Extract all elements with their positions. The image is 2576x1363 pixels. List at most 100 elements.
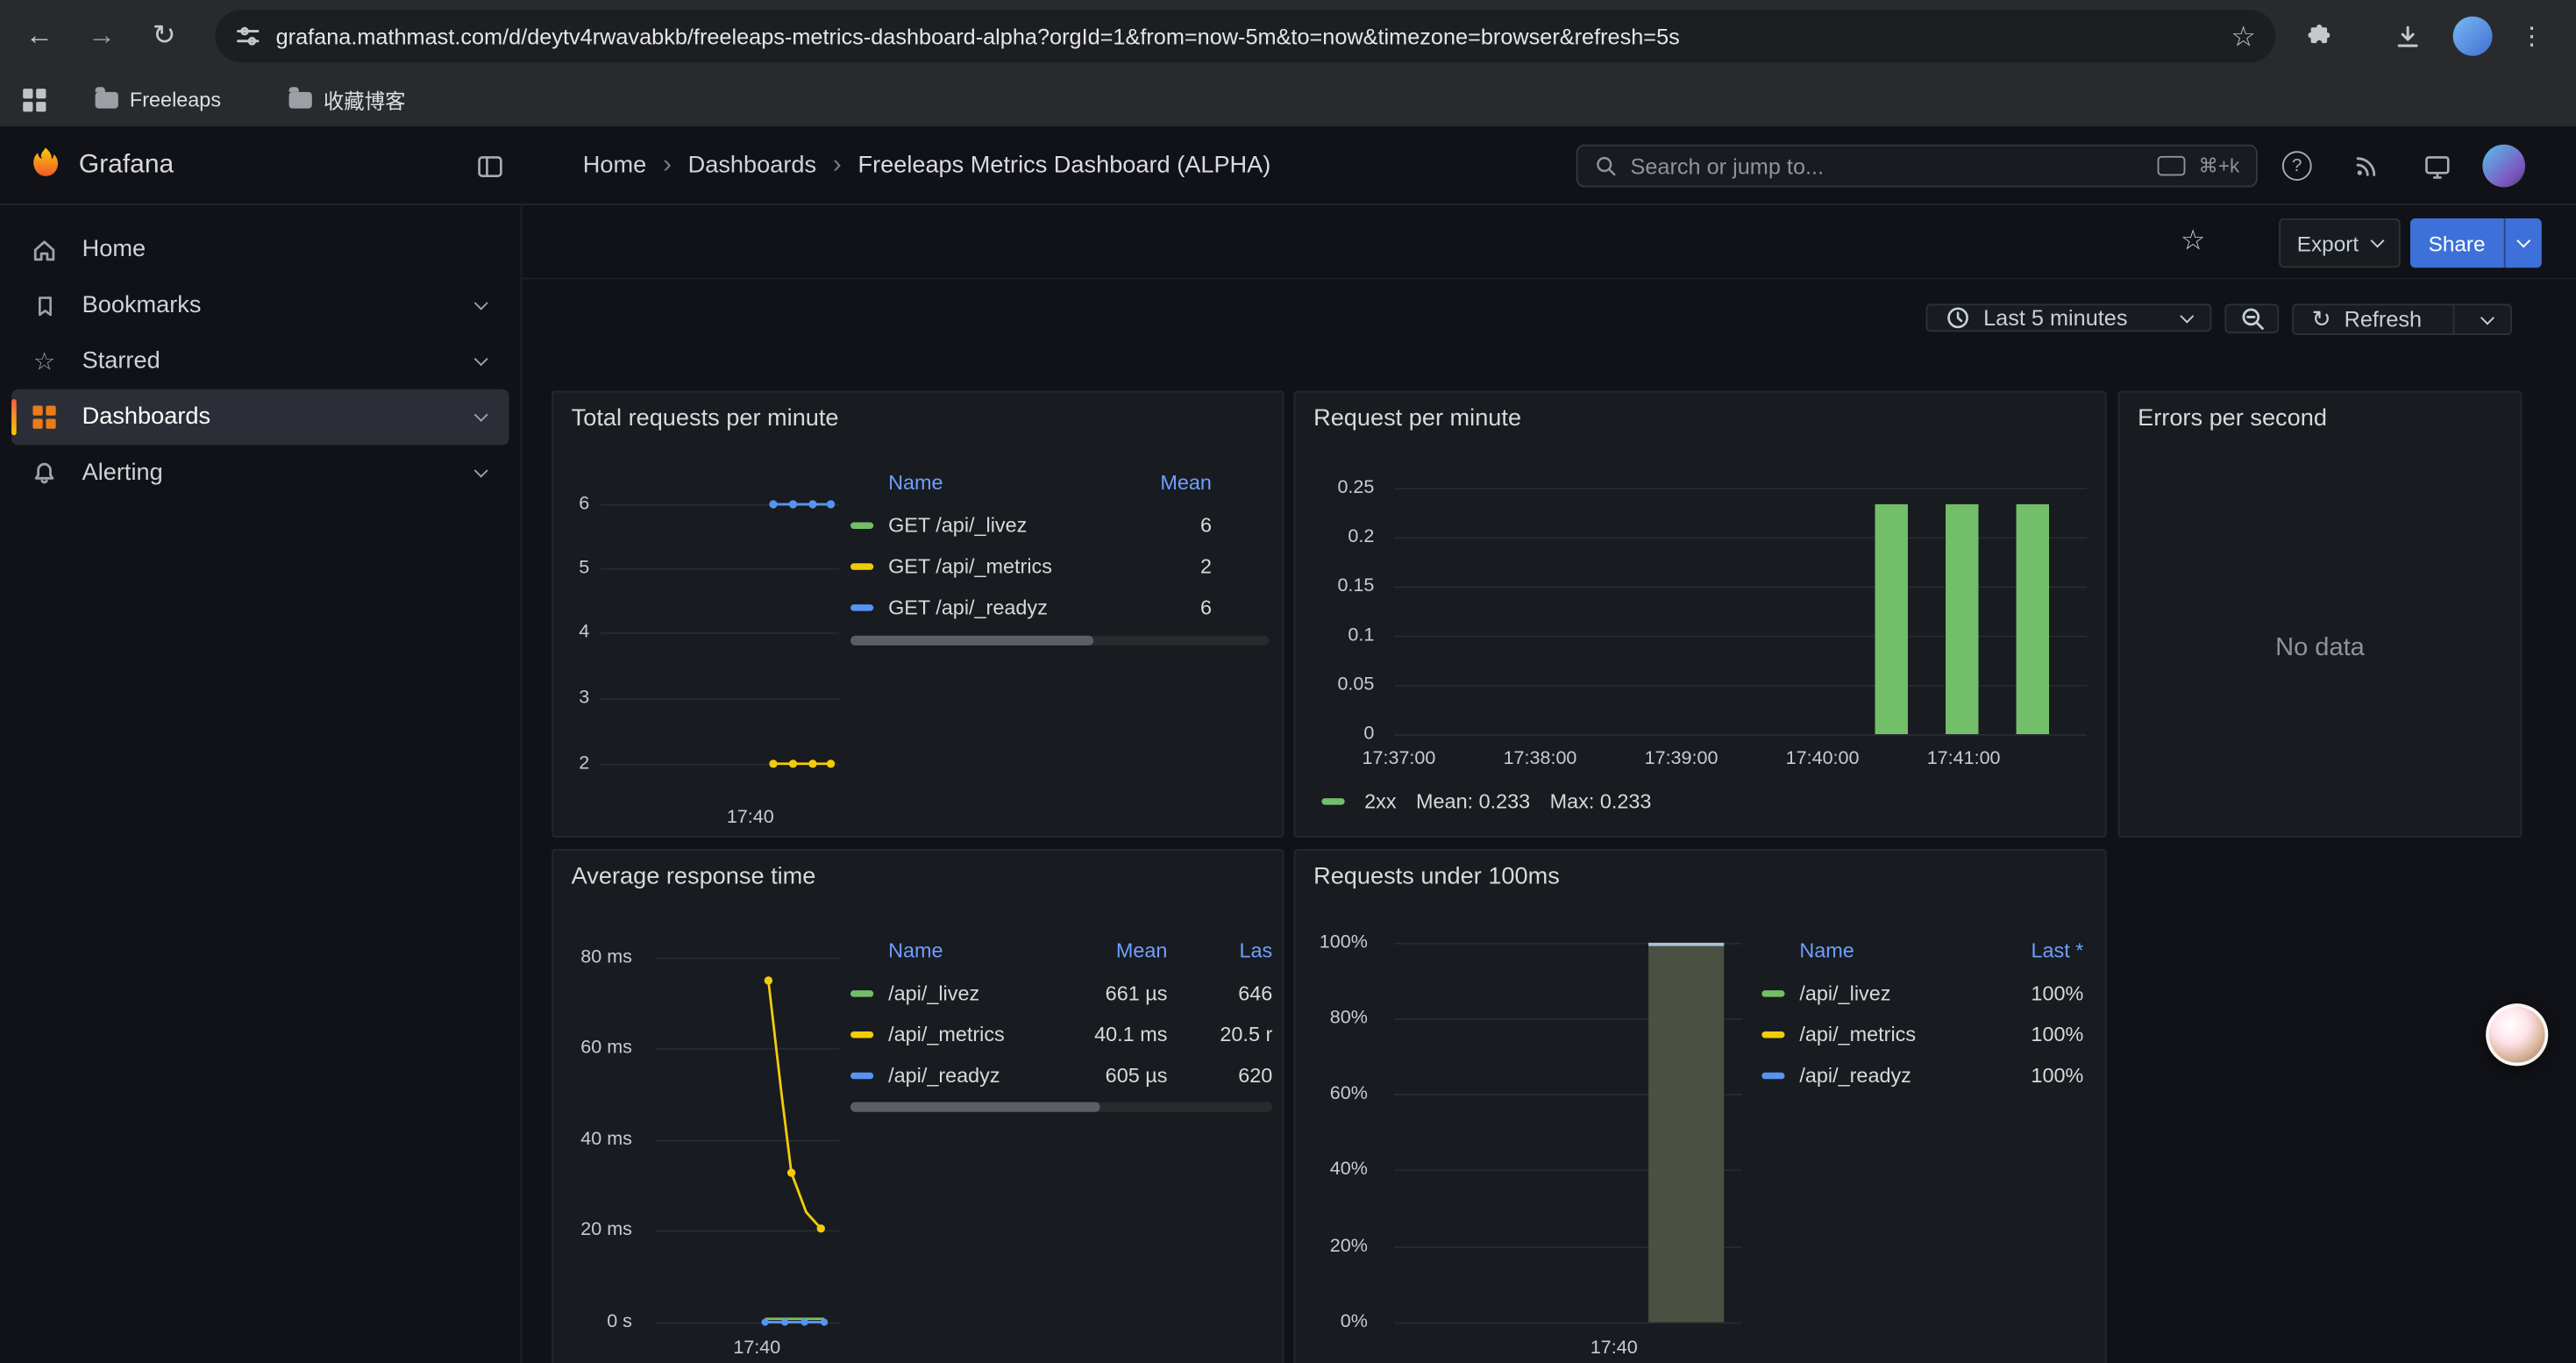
panel-title[interactable]: Requests under 100ms [1313, 864, 1560, 890]
apps-grid-icon [23, 88, 46, 111]
zoom-out-button[interactable] [2224, 303, 2279, 333]
breadcrumb-separator-icon: › [833, 150, 842, 180]
scrollbar-thumb[interactable] [850, 1103, 1100, 1112]
news-button[interactable] [2343, 143, 2388, 189]
floating-extension-avatar[interactable] [2486, 1003, 2548, 1066]
legend-header-name[interactable]: Name [888, 471, 1097, 494]
share-button[interactable]: Share [2410, 218, 2503, 268]
series-dash [1321, 798, 1344, 804]
sidebar-item-dashboards[interactable]: Dashboards [11, 389, 509, 446]
favorite-star-button[interactable]: ☆ [2181, 226, 2206, 254]
chevron-down-icon [2370, 234, 2384, 248]
legend-header[interactable]: Name Mean Las [850, 930, 1272, 973]
legend-header-mean[interactable]: Mean [1052, 939, 1167, 962]
sidebar-item-home[interactable]: Home [11, 222, 509, 278]
breadcrumb-item-dashboards[interactable]: Dashboards [688, 152, 816, 178]
kiosk-mode-button[interactable] [2414, 143, 2459, 189]
site-info-icon[interactable] [235, 23, 261, 49]
legend-row[interactable]: /api/_readyz 100% [1761, 1054, 2083, 1095]
series-name[interactable]: 2xx [1364, 790, 1396, 813]
series-last: 620 [1167, 1064, 1272, 1087]
series-name[interactable]: GET /api/_livez [888, 513, 1097, 536]
legend-table: Name Last * /api/_livez 100% /api/_metri… [1761, 930, 2083, 1095]
sidebar-toggle-button[interactable] [466, 143, 512, 189]
export-button[interactable]: Export [2279, 218, 2400, 268]
omnibox[interactable]: grafana.mathmast.com/d/deytv4rwavabkb/fr… [215, 10, 2275, 62]
legend-header[interactable]: Name Last * [1761, 930, 2083, 973]
legend-header-mean[interactable]: Mean [1097, 471, 1212, 494]
downloads-button[interactable] [2384, 13, 2430, 59]
browser-back-button[interactable]: ← [17, 13, 62, 59]
legend-row[interactable]: GET /api/_readyz 6 [850, 587, 1212, 628]
apps-grid-button[interactable] [23, 72, 46, 126]
legend-row[interactable]: /api/_metrics 40.1 ms 20.5 r [850, 1013, 1272, 1054]
refresh-interval-dropdown[interactable] [2468, 315, 2506, 325]
series-dash [1761, 1031, 1784, 1037]
series-name[interactable]: /api/_livez [888, 981, 1052, 1004]
series-mean: 40.1 ms [1052, 1023, 1167, 1045]
sidebar-item-label: Alerting [82, 460, 163, 486]
legend-header[interactable]: Name Mean [850, 461, 1212, 504]
legend-row[interactable]: GET /api/_livez 6 [850, 504, 1212, 546]
series-name[interactable]: /api/_metrics [1799, 1023, 1991, 1045]
folder-icon [96, 91, 118, 108]
star-icon: ☆ [30, 349, 60, 374]
series-name[interactable]: /api/_livez [1799, 981, 1991, 1004]
browser-menu-button[interactable]: ⋮ [2508, 13, 2554, 59]
series-name[interactable]: GET /api/_metrics [888, 554, 1097, 577]
scrollbar-thumb[interactable] [850, 636, 1093, 646]
extensions-button[interactable] [2294, 13, 2339, 59]
legend-header-name[interactable]: Name [1799, 939, 1991, 962]
chevron-down-icon [474, 464, 488, 478]
panel-title[interactable]: Total requests per minute [572, 406, 839, 432]
legend-row[interactable]: /api/_readyz 605 µs 620 [850, 1054, 1272, 1095]
panel-title[interactable]: Request per minute [1313, 406, 1521, 432]
line-chart [601, 491, 839, 779]
brand-text[interactable]: Grafana [79, 126, 174, 203]
series-name[interactable]: /api/_readyz [888, 1064, 1052, 1087]
series-name[interactable]: /api/_metrics [888, 1023, 1052, 1045]
y-axis-tick: 0.25 [1302, 476, 1374, 499]
share-dropdown-button[interactable] [2505, 218, 2541, 268]
url-text[interactable]: grafana.mathmast.com/d/deytv4rwavabkb/fr… [276, 24, 2231, 48]
legend-scrollbar [850, 1103, 1272, 1112]
browser-reload-button[interactable]: ↻ [141, 13, 187, 59]
bookmark-item-blog[interactable]: 收藏博客 [289, 72, 406, 126]
legend-header-name[interactable]: Name [888, 939, 1052, 962]
gridline [1394, 537, 2087, 539]
sidebar-item-bookmarks[interactable]: Bookmarks [11, 277, 509, 333]
panel-request-per-minute: Request per minute 0.25 0.2 0.15 0.1 0.0… [1294, 391, 2107, 838]
time-range-picker[interactable]: Last 5 minutes [1926, 303, 2212, 332]
x-axis-tick: 17:40 [709, 806, 792, 829]
help-button[interactable]: ? [2274, 143, 2320, 189]
bookmark-star-icon[interactable]: ☆ [2231, 22, 2256, 50]
back-icon: ← [25, 19, 53, 52]
refresh-button[interactable]: ↻ Refresh [2294, 305, 2440, 333]
panel-title[interactable]: Average response time [572, 864, 816, 890]
panel-title[interactable]: Errors per second [2138, 406, 2327, 432]
y-axis-tick: 0.15 [1302, 574, 1374, 597]
sidebar-item-alerting[interactable]: Alerting [11, 445, 509, 501]
search-input[interactable]: Search or jump to... ⌘+k [1576, 145, 2258, 188]
grafana-profile-avatar[interactable] [2482, 145, 2525, 188]
legend-row[interactable]: /api/_metrics 100% [1761, 1013, 2083, 1054]
legend-header-last[interactable]: Last * [1991, 939, 2083, 962]
y-axis-tick: 6 [553, 493, 589, 516]
browser-profile-avatar[interactable] [2453, 17, 2493, 56]
legend-row[interactable]: /api/_livez 100% [1761, 973, 2083, 1014]
legend-row[interactable]: GET /api/_metrics 2 [850, 546, 1212, 587]
share-label: Share [2429, 231, 2486, 255]
browser-forward-button[interactable]: → [79, 13, 125, 59]
legend-row[interactable]: /api/_livez 661 µs 646 [850, 973, 1272, 1014]
y-axis-tick: 5 [553, 557, 589, 580]
sidebar-item-starred[interactable]: ☆ Starred [11, 333, 509, 389]
legend-header-last[interactable]: Las [1167, 939, 1272, 962]
grafana-logo[interactable] [26, 146, 64, 184]
series-name[interactable]: GET /api/_readyz [888, 596, 1097, 618]
share-split-button: Share [2410, 218, 2541, 268]
breadcrumb-item-home[interactable]: Home [583, 152, 646, 178]
bookmark-item-freeleaps[interactable]: Freeleaps [96, 72, 221, 126]
series-name[interactable]: /api/_readyz [1799, 1064, 1991, 1087]
bar-2xx [1875, 504, 1908, 734]
chevron-down-icon [474, 296, 488, 310]
